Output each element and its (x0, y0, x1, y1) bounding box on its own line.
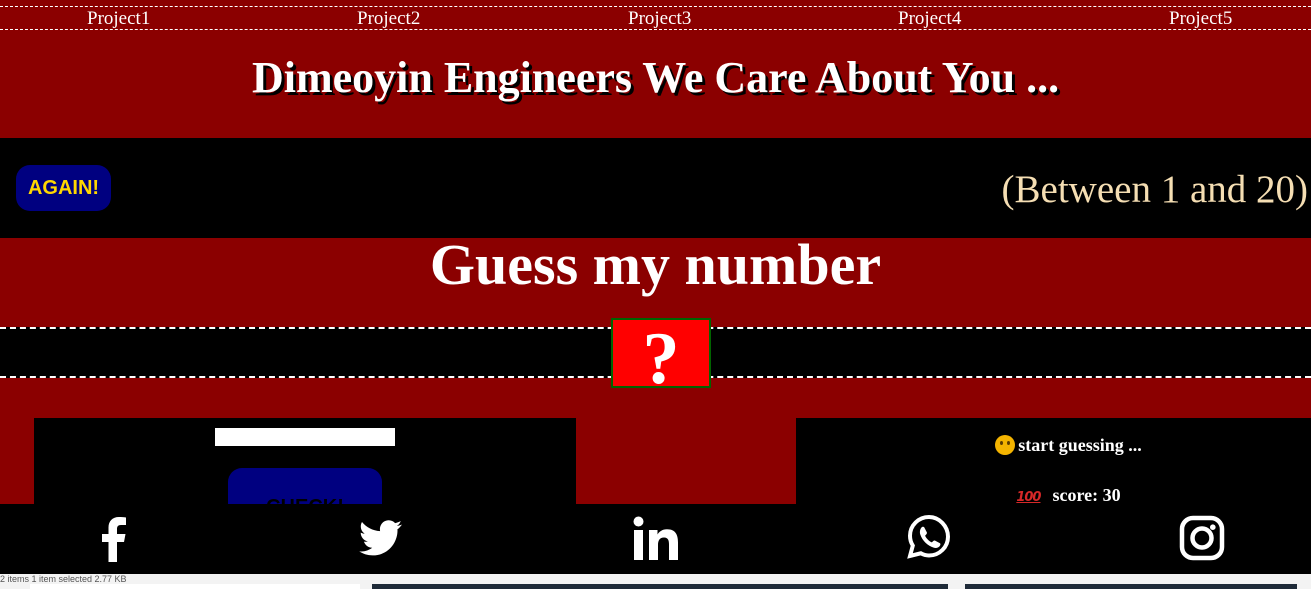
thinking-face-icon (995, 435, 1016, 455)
score-text: score: 30 (1052, 485, 1121, 505)
facebook-icon[interactable] (90, 512, 138, 564)
project-nav: Project1 Project2 Project3 Project4 Proj… (0, 6, 1311, 30)
guess-input[interactable] (215, 428, 395, 446)
game-title: Guess my number (429, 232, 882, 297)
background-window-area (372, 584, 948, 589)
message-line: start guessing ... (796, 433, 1311, 457)
again-button[interactable]: AGAIN! (16, 165, 111, 211)
page-title: Dimeoyin Engineers We Care About You ... (251, 53, 1060, 102)
twitter-icon[interactable] (356, 512, 404, 564)
linkedin-icon[interactable] (632, 512, 680, 564)
nav-link-project2[interactable]: Project2 (357, 8, 420, 30)
background-window-area (965, 584, 1297, 589)
nav-link-project5[interactable]: Project5 (1169, 8, 1232, 30)
secret-number-box: ? (611, 318, 711, 388)
range-hint: (Between 1 and 20) (1001, 168, 1308, 211)
nav-link-project4[interactable]: Project4 (898, 8, 961, 30)
explorer-status-text: 2 items 1 item selected 2.77 KB (0, 574, 127, 584)
background-window-area (30, 584, 360, 589)
whatsapp-icon[interactable] (905, 512, 953, 564)
instagram-icon[interactable] (1178, 512, 1226, 564)
nav-link-project1[interactable]: Project1 (87, 8, 150, 30)
message-text: start guessing ... (1018, 435, 1142, 455)
nav-link-project3[interactable]: Project3 (628, 8, 691, 30)
